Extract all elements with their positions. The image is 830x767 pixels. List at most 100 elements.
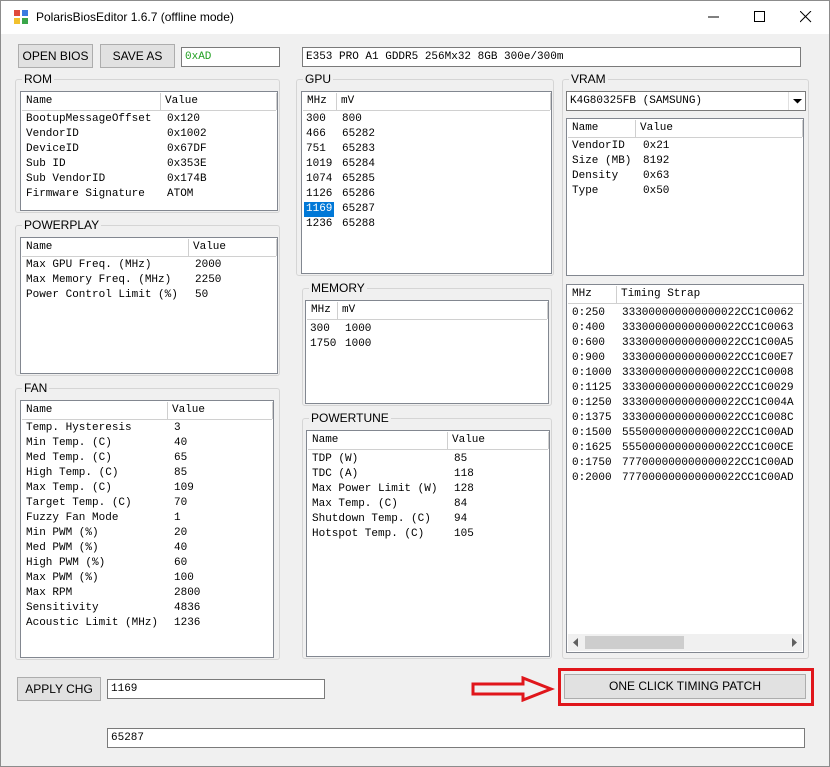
list-item[interactable]: 0:1750 777000000000000022CC1C00AD bbox=[568, 456, 802, 471]
list-item[interactable]: 0:1000 333000000000000022CC1C0008 bbox=[568, 366, 802, 381]
list-item[interactable]: Max PWM (%) 100 bbox=[22, 571, 272, 586]
list-item[interactable]: High PWM (%) 60 bbox=[22, 556, 272, 571]
edit-value-field-2[interactable]: 65287 bbox=[107, 728, 805, 748]
save-as-button[interactable]: SAVE AS bbox=[100, 44, 175, 68]
gpu-col-mv[interactable]: mV bbox=[337, 93, 551, 110]
list-item[interactable]: Firmware Signature ATOM bbox=[22, 187, 276, 202]
list-item[interactable]: TDP (W) 85 bbox=[308, 452, 548, 467]
list-item[interactable]: 1019 65284 bbox=[303, 157, 550, 172]
maximize-button[interactable] bbox=[737, 1, 783, 33]
rom-list[interactable]: Name Value BootupMessageOffset 0x120 Vend… bbox=[20, 91, 278, 211]
list-item[interactable]: Min PWM (%) 20 bbox=[22, 526, 272, 541]
gpu-list[interactable]: MHz mV 300 800 466 65282 751 65283 1019 6528… bbox=[301, 91, 552, 274]
fan-col-value[interactable]: Value bbox=[168, 402, 273, 419]
list-item[interactable]: BootupMessageOffset 0x120 bbox=[22, 112, 276, 127]
list-item[interactable]: 0:900 333000000000000022CC1C00E7 bbox=[568, 351, 802, 366]
gpu-col-mhz[interactable]: MHz bbox=[303, 93, 337, 110]
scrollbar-thumb[interactable] bbox=[585, 636, 684, 649]
powerplay-col-name[interactable]: Name bbox=[22, 239, 189, 256]
list-item[interactable]: 0:1250 333000000000000022CC1C004A bbox=[568, 396, 802, 411]
powerplay-list[interactable]: Name Value Max GPU Freq. (MHz) 2000 Max M… bbox=[20, 237, 278, 374]
powertune-list[interactable]: Name Value TDP (W) 85 TDC (A) 118 Max Powe… bbox=[306, 430, 550, 657]
dropdown-button[interactable] bbox=[788, 92, 805, 110]
fan-col-name[interactable]: Name bbox=[22, 402, 168, 419]
list-item[interactable]: 0:1125 333000000000000022CC1C0029 bbox=[568, 381, 802, 396]
list-item[interactable]: 1074 65285 bbox=[303, 172, 550, 187]
list-item[interactable]: 300 800 bbox=[303, 112, 550, 127]
list-item[interactable]: 0:1625 555000000000000022CC1C00CE bbox=[568, 441, 802, 456]
list-item[interactable]: 1750 1000 bbox=[307, 337, 547, 352]
list-item[interactable]: 0:400 333000000000000022CC1C0063 bbox=[568, 321, 802, 336]
list-item[interactable]: Sub ID 0x353E bbox=[22, 157, 276, 172]
horizontal-scrollbar[interactable] bbox=[568, 634, 802, 651]
timing-col-strap[interactable]: Timing Strap bbox=[617, 286, 803, 303]
list-item[interactable]: 751 65283 bbox=[303, 142, 550, 157]
list-item[interactable]: 0:250 333000000000000022CC1C0062 bbox=[568, 306, 802, 321]
list-item[interactable]: 1236 65288 bbox=[303, 217, 550, 232]
list-item[interactable]: VendorID 0x21 bbox=[568, 139, 802, 154]
close-button[interactable] bbox=[783, 1, 829, 33]
list-item[interactable]: 0:1500 555000000000000022CC1C00AD bbox=[568, 426, 802, 441]
powertune-col-value[interactable]: Value bbox=[448, 432, 549, 449]
list-item[interactable]: Sensitivity 4836 bbox=[22, 601, 272, 616]
list-item[interactable]: Target Temp. (C) 70 bbox=[22, 496, 272, 511]
vram-col-value[interactable]: Value bbox=[636, 120, 803, 137]
list-item[interactable]: Max RPM 2800 bbox=[22, 586, 272, 601]
powertune-col-name[interactable]: Name bbox=[308, 432, 448, 449]
apply-changes-button[interactable]: APPLY CHG bbox=[17, 677, 101, 701]
scroll-right-icon[interactable] bbox=[790, 638, 798, 647]
list-item[interactable]: Max Temp. (C) 109 bbox=[22, 481, 272, 496]
timing-col-mhz[interactable]: MHz bbox=[568, 286, 617, 303]
list-item[interactable]: Type 0x50 bbox=[568, 184, 802, 199]
list-item[interactable]: Max Power Limit (W) 128 bbox=[308, 482, 548, 497]
close-icon bbox=[800, 11, 812, 23]
list-item[interactable]: TDC (A) 118 bbox=[308, 467, 548, 482]
powerplay-col-value[interactable]: Value bbox=[189, 239, 277, 256]
list-item[interactable]: VendorID 0x1002 bbox=[22, 127, 276, 142]
vram-chip-value: K4G80325FB (SAMSUNG) bbox=[570, 95, 703, 107]
memory-list[interactable]: MHz mV 300 1000 1750 1000 bbox=[305, 300, 549, 404]
list-item[interactable]: 1126 65286 bbox=[303, 187, 550, 202]
vram-info-list[interactable]: Name Value VendorID 0x21 Size (MB) 8192 De… bbox=[566, 118, 804, 276]
list-item[interactable]: Med Temp. (C) 65 bbox=[22, 451, 272, 466]
list-item[interactable]: Temp. Hysteresis 3 bbox=[22, 421, 272, 436]
rom-col-value[interactable]: Value bbox=[161, 93, 277, 110]
list-item[interactable]: 0:1375 333000000000000022CC1C008C bbox=[568, 411, 802, 426]
memory-col-mv[interactable]: mV bbox=[338, 302, 548, 319]
list-item[interactable]: Sub VendorID 0x174B bbox=[22, 172, 276, 187]
edit-value-field-1[interactable]: 1169 bbox=[107, 679, 325, 699]
memory-col-mhz[interactable]: MHz bbox=[307, 302, 338, 319]
list-item[interactable]: Hotspot Temp. (C) 105 bbox=[308, 527, 548, 542]
checksum-field[interactable]: 0xAD bbox=[181, 47, 280, 67]
vram-chip-select[interactable]: K4G80325FB (SAMSUNG) bbox=[566, 91, 806, 111]
list-item[interactable]: 466 65282 bbox=[303, 127, 550, 142]
list-item[interactable]: Max GPU Freq. (MHz) 2000 bbox=[22, 258, 276, 273]
list-item[interactable]: 0:600 333000000000000022CC1C00A5 bbox=[568, 336, 802, 351]
title-bar[interactable]: PolarisBiosEditor 1.6.7 (offline mode) bbox=[1, 1, 829, 34]
list-item[interactable]: Size (MB) 8192 bbox=[568, 154, 802, 169]
bios-info-field[interactable]: E353 PRO A1 GDDR5 256Mx32 8GB 300e/300m bbox=[302, 47, 801, 67]
list-item[interactable]: Power Control Limit (%) 50 bbox=[22, 288, 276, 303]
list-item[interactable]: Med PWM (%) 40 bbox=[22, 541, 272, 556]
scroll-left-icon[interactable] bbox=[572, 638, 580, 647]
list-item[interactable]: Min Temp. (C) 40 bbox=[22, 436, 272, 451]
list-item[interactable]: 300 1000 bbox=[307, 322, 547, 337]
list-item[interactable]: Fuzzy Fan Mode 1 bbox=[22, 511, 272, 526]
list-item[interactable]: Max Memory Freq. (MHz) 2250 bbox=[22, 273, 276, 288]
list-item[interactable]: Max Temp. (C) 84 bbox=[308, 497, 548, 512]
list-item[interactable]: High Temp. (C) 85 bbox=[22, 466, 272, 481]
list-item-selected[interactable]: 1169 65287 bbox=[303, 202, 550, 217]
minimize-button[interactable] bbox=[691, 1, 737, 33]
open-bios-button[interactable]: OPEN BIOS bbox=[18, 44, 93, 68]
list-item[interactable]: 0:2000 777000000000000022CC1C00AD bbox=[568, 471, 802, 486]
timing-strap-list[interactable]: MHz Timing Strap 0:250 333000000000000022… bbox=[566, 284, 804, 653]
list-item[interactable]: DeviceID 0x67DF bbox=[22, 142, 276, 157]
list-item[interactable]: Acoustic Limit (MHz) 1236 bbox=[22, 616, 272, 631]
list-item[interactable]: Density 0x63 bbox=[568, 169, 802, 184]
one-click-timing-patch-button[interactable]: ONE CLICK TIMING PATCH bbox=[564, 674, 806, 699]
vram-col-name[interactable]: Name bbox=[568, 120, 636, 137]
list-item[interactable]: Shutdown Temp. (C) 94 bbox=[308, 512, 548, 527]
fan-list[interactable]: Name Value Temp. Hysteresis 3 Min Temp. (… bbox=[20, 400, 274, 658]
rom-col-name[interactable]: Name bbox=[22, 93, 161, 110]
vram-rows: VendorID 0x21 Size (MB) 8192 Density 0x63 T… bbox=[568, 139, 802, 199]
